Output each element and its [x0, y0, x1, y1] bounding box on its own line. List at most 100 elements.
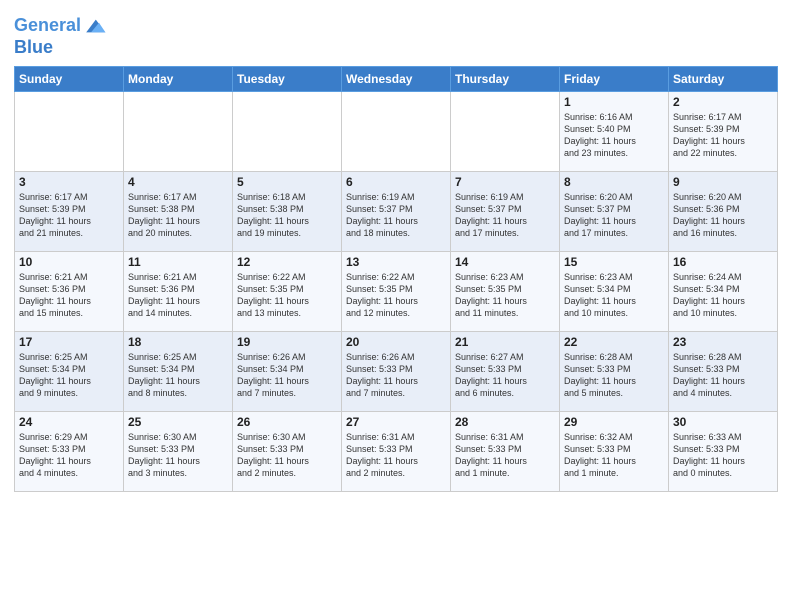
day-number: 14: [455, 255, 555, 269]
day-info: Sunrise: 6:19 AM Sunset: 5:37 PM Dayligh…: [346, 191, 446, 240]
calendar-day-18: 18Sunrise: 6:25 AM Sunset: 5:34 PM Dayli…: [124, 331, 233, 411]
calendar-day-13: 13 Sunrise: 6:22 AM Sunset: 5:35 PM Dayli…: [342, 251, 451, 331]
day-info: Sunrise: 6:23 AM Sunset: 5:35 PM Dayligh…: [455, 271, 555, 320]
calendar-day-20: 20 Sunrise: 6:26 AM Sunset: 5:33 PM Dayli…: [342, 331, 451, 411]
logo: General Blue: [14, 14, 107, 58]
calendar-header-row: SundayMondayTuesdayWednesdayThursdayFrid…: [15, 66, 778, 91]
day-number: 12: [237, 255, 337, 269]
day-number: 27: [346, 415, 446, 429]
day-info: Sunrise: 6:26 AM Sunset: 5:34 PM Dayligh…: [237, 351, 337, 400]
calendar-day-9: 9 Sunrise: 6:20 AM Sunset: 5:36 PM Daylig…: [669, 171, 778, 251]
day-info: Sunrise: 6:31 AM Sunset: 5:33 PM Dayligh…: [455, 431, 555, 480]
calendar-day-17: 17Sunrise: 6:25 AM Sunset: 5:34 PM Dayli…: [15, 331, 124, 411]
day-info: Sunrise: 6:28 AM Sunset: 5:33 PM Dayligh…: [673, 351, 773, 400]
day-number: 15: [564, 255, 664, 269]
day-number: 16: [673, 255, 773, 269]
day-number: 10: [19, 255, 119, 269]
calendar-day-27: 27 Sunrise: 6:31 AM Sunset: 5:33 PM Dayli…: [342, 411, 451, 491]
day-number: 30: [673, 415, 773, 429]
day-info: Sunrise: 6:21 AM Sunset: 5:36 PM Dayligh…: [19, 271, 119, 320]
calendar-day-3: 3Sunrise: 6:17 AM Sunset: 5:39 PM Daylig…: [15, 171, 124, 251]
calendar-day-1: 1Sunrise: 6:16 AM Sunset: 5:40 PM Daylig…: [560, 91, 669, 171]
day-info: Sunrise: 6:28 AM Sunset: 5:33 PM Dayligh…: [564, 351, 664, 400]
day-info: Sunrise: 6:22 AM Sunset: 5:35 PM Dayligh…: [346, 271, 446, 320]
day-number: 5: [237, 175, 337, 189]
day-info: Sunrise: 6:17 AM Sunset: 5:38 PM Dayligh…: [128, 191, 228, 240]
day-number: 9: [673, 175, 773, 189]
weekday-header-saturday: Saturday: [669, 66, 778, 91]
day-info: Sunrise: 6:22 AM Sunset: 5:35 PM Dayligh…: [237, 271, 337, 320]
day-info: Sunrise: 6:29 AM Sunset: 5:33 PM Dayligh…: [19, 431, 119, 480]
header: General Blue: [14, 10, 778, 58]
calendar-day-28: 28 Sunrise: 6:31 AM Sunset: 5:33 PM Dayli…: [451, 411, 560, 491]
weekday-header-friday: Friday: [560, 66, 669, 91]
calendar-day-19: 19 Sunrise: 6:26 AM Sunset: 5:34 PM Dayli…: [233, 331, 342, 411]
day-number: 26: [237, 415, 337, 429]
day-number: 19: [237, 335, 337, 349]
calendar-day-11: 11Sunrise: 6:21 AM Sunset: 5:36 PM Dayli…: [124, 251, 233, 331]
calendar-day-30: 30Sunrise: 6:33 AM Sunset: 5:33 PM Dayli…: [669, 411, 778, 491]
calendar-day-empty: [124, 91, 233, 171]
day-info: Sunrise: 6:20 AM Sunset: 5:36 PM Dayligh…: [673, 191, 773, 240]
calendar-day-29: 29 Sunrise: 6:32 AM Sunset: 5:33 PM Dayli…: [560, 411, 669, 491]
calendar-day-2: 2Sunrise: 6:17 AM Sunset: 5:39 PM Daylig…: [669, 91, 778, 171]
weekday-header-sunday: Sunday: [15, 66, 124, 91]
day-info: Sunrise: 6:31 AM Sunset: 5:33 PM Dayligh…: [346, 431, 446, 480]
calendar-day-21: 21Sunrise: 6:27 AM Sunset: 5:33 PM Dayli…: [451, 331, 560, 411]
day-info: Sunrise: 6:20 AM Sunset: 5:37 PM Dayligh…: [564, 191, 664, 240]
calendar-day-16: 16 Sunrise: 6:24 AM Sunset: 5:34 PM Dayli…: [669, 251, 778, 331]
calendar-day-24: 24 Sunrise: 6:29 AM Sunset: 5:33 PM Dayli…: [15, 411, 124, 491]
day-info: Sunrise: 6:23 AM Sunset: 5:34 PM Dayligh…: [564, 271, 664, 320]
calendar-day-6: 6 Sunrise: 6:19 AM Sunset: 5:37 PM Daylig…: [342, 171, 451, 251]
day-info: Sunrise: 6:30 AM Sunset: 5:33 PM Dayligh…: [128, 431, 228, 480]
logo-icon: [83, 14, 107, 38]
day-info: Sunrise: 6:17 AM Sunset: 5:39 PM Dayligh…: [19, 191, 119, 240]
weekday-header-wednesday: Wednesday: [342, 66, 451, 91]
calendar-week-row: 3Sunrise: 6:17 AM Sunset: 5:39 PM Daylig…: [15, 171, 778, 251]
day-number: 28: [455, 415, 555, 429]
calendar-day-25: 25Sunrise: 6:30 AM Sunset: 5:33 PM Dayli…: [124, 411, 233, 491]
calendar-day-14: 14 Sunrise: 6:23 AM Sunset: 5:35 PM Dayli…: [451, 251, 560, 331]
calendar-day-5: 5 Sunrise: 6:18 AM Sunset: 5:38 PM Daylig…: [233, 171, 342, 251]
day-number: 2: [673, 95, 773, 109]
day-info: Sunrise: 6:16 AM Sunset: 5:40 PM Dayligh…: [564, 111, 664, 160]
page-container: General Blue SundayMondayTuesdayWednesda…: [0, 0, 792, 612]
calendar-week-row: 10 Sunrise: 6:21 AM Sunset: 5:36 PM Dayli…: [15, 251, 778, 331]
weekday-header-monday: Monday: [124, 66, 233, 91]
calendar-day-empty: [342, 91, 451, 171]
calendar-day-26: 26 Sunrise: 6:30 AM Sunset: 5:33 PM Dayli…: [233, 411, 342, 491]
day-number: 13: [346, 255, 446, 269]
day-info: Sunrise: 6:19 AM Sunset: 5:37 PM Dayligh…: [455, 191, 555, 240]
calendar-week-row: 1Sunrise: 6:16 AM Sunset: 5:40 PM Daylig…: [15, 91, 778, 171]
day-info: Sunrise: 6:18 AM Sunset: 5:38 PM Dayligh…: [237, 191, 337, 240]
day-number: 18: [128, 335, 228, 349]
day-info: Sunrise: 6:32 AM Sunset: 5:33 PM Dayligh…: [564, 431, 664, 480]
weekday-header-thursday: Thursday: [451, 66, 560, 91]
calendar-day-23: 23 Sunrise: 6:28 AM Sunset: 5:33 PM Dayli…: [669, 331, 778, 411]
day-info: Sunrise: 6:24 AM Sunset: 5:34 PM Dayligh…: [673, 271, 773, 320]
day-number: 29: [564, 415, 664, 429]
calendar-day-empty: [233, 91, 342, 171]
logo-text: General: [14, 16, 81, 36]
day-number: 23: [673, 335, 773, 349]
day-info: Sunrise: 6:25 AM Sunset: 5:34 PM Dayligh…: [19, 351, 119, 400]
calendar-day-empty: [15, 91, 124, 171]
calendar-day-empty: [451, 91, 560, 171]
calendar-day-8: 8 Sunrise: 6:20 AM Sunset: 5:37 PM Daylig…: [560, 171, 669, 251]
day-info: Sunrise: 6:26 AM Sunset: 5:33 PM Dayligh…: [346, 351, 446, 400]
day-info: Sunrise: 6:27 AM Sunset: 5:33 PM Dayligh…: [455, 351, 555, 400]
day-number: 7: [455, 175, 555, 189]
day-info: Sunrise: 6:30 AM Sunset: 5:33 PM Dayligh…: [237, 431, 337, 480]
weekday-header-tuesday: Tuesday: [233, 66, 342, 91]
calendar-table: SundayMondayTuesdayWednesdayThursdayFrid…: [14, 66, 778, 492]
calendar-week-row: 24 Sunrise: 6:29 AM Sunset: 5:33 PM Dayli…: [15, 411, 778, 491]
day-number: 24: [19, 415, 119, 429]
calendar-day-12: 12 Sunrise: 6:22 AM Sunset: 5:35 PM Dayli…: [233, 251, 342, 331]
day-number: 6: [346, 175, 446, 189]
day-number: 20: [346, 335, 446, 349]
logo-text-blue: Blue: [14, 38, 107, 58]
day-number: 8: [564, 175, 664, 189]
calendar-day-7: 7 Sunrise: 6:19 AM Sunset: 5:37 PM Daylig…: [451, 171, 560, 251]
calendar-day-22: 22Sunrise: 6:28 AM Sunset: 5:33 PM Dayli…: [560, 331, 669, 411]
calendar-day-10: 10 Sunrise: 6:21 AM Sunset: 5:36 PM Dayli…: [15, 251, 124, 331]
